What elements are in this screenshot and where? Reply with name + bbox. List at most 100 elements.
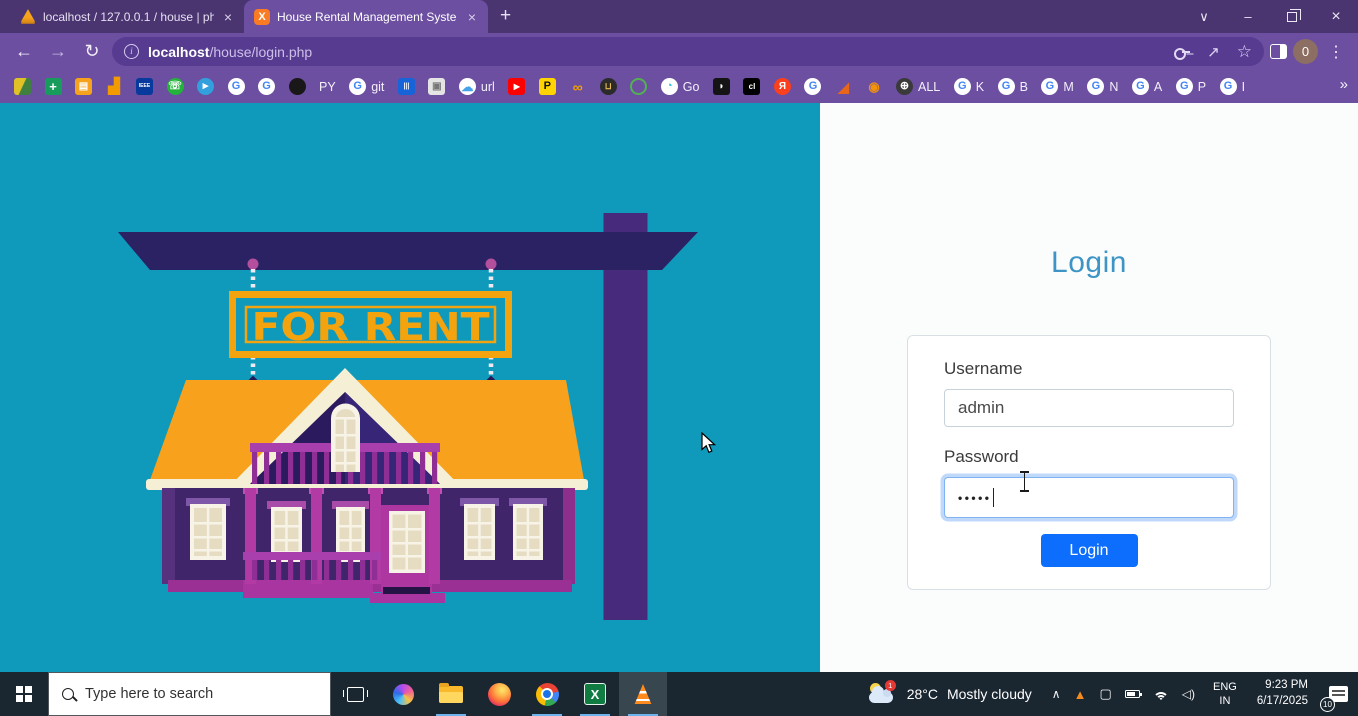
bookmark-favicon: ▸ — [197, 78, 214, 95]
search-input[interactable] — [85, 686, 317, 702]
google-a-bookmark[interactable]: G A — [1132, 78, 1162, 95]
google-bookmark[interactable]: G — [228, 78, 245, 95]
bookmark-favicon: G — [349, 78, 366, 95]
display-tray-icon[interactable]: ▢ — [1099, 686, 1111, 702]
firefox-button[interactable] — [475, 672, 523, 716]
google-git-bookmark[interactable]: G git — [349, 78, 384, 95]
bookmark-favicon: G — [1132, 78, 1149, 95]
address-bar[interactable]: i localhost/house/login.php ↗ ☆ — [112, 37, 1264, 66]
weather-condition: Mostly cloudy — [947, 686, 1032, 702]
google-p-bookmark[interactable]: G P — [1176, 78, 1206, 95]
side-panel-icon[interactable] — [1270, 44, 1287, 59]
bookmark-favicon: G — [258, 78, 275, 95]
telegram-bookmark[interactable]: ▸ — [197, 78, 214, 95]
google-bookmark[interactable]: G — [804, 78, 821, 95]
barcode-bookmark[interactable]: ||| — [398, 78, 415, 95]
google-b-bookmark[interactable]: G B — [998, 78, 1028, 95]
green-cross-bookmark[interactable]: + — [45, 78, 62, 95]
bookmarks-bar: + ▤ ▟ IEEE ☏ ▸ G G PY G git — [0, 70, 1358, 103]
bookmark-label: N — [1109, 80, 1118, 94]
green-ring-bookmark[interactable] — [630, 78, 647, 95]
login-pane: Login Username admin Password ••••• Logi… — [820, 103, 1358, 672]
notification-center-button[interactable]: 10 — [1318, 672, 1358, 716]
analytics-bookmark[interactable]: ▟ — [106, 78, 123, 95]
whatsapp-bookmark[interactable]: ☏ — [167, 78, 184, 95]
chrome-button[interactable] — [523, 672, 571, 716]
reload-button[interactable]: ↻ — [78, 41, 106, 62]
tab-close-icon[interactable]: × — [221, 9, 235, 25]
google-bookmark[interactable]: G — [258, 78, 275, 95]
task-view-button[interactable] — [331, 672, 379, 716]
tab-house-rental[interactable]: X House Rental Management Syste × — [244, 0, 488, 33]
copilot-button[interactable] — [379, 672, 427, 716]
bookmark-label: Go — [683, 80, 700, 94]
browser-titlebar: localhost / 127.0.0.1 / house | php × X … — [0, 0, 1358, 33]
eye-bookmark[interactable]: ◉ — [865, 78, 882, 95]
camera-kit-bookmark[interactable]: ▣ — [428, 78, 445, 95]
wifi-icon[interactable] — [1153, 689, 1169, 700]
password-field[interactable]: ••••• — [944, 477, 1234, 518]
p-yellow-bookmark[interactable]: P — [539, 78, 556, 95]
bookmark-favicon: G — [1087, 78, 1104, 95]
movie-camera-bookmark[interactable]: ∞ — [569, 78, 586, 95]
bookmark-label: M — [1063, 80, 1073, 94]
hero-pane: FOR RENT — [0, 103, 820, 672]
clock[interactable]: 9:23 PM 6/17/2025 — [1247, 678, 1318, 709]
tilted-bars-bookmark[interactable] — [14, 78, 31, 95]
curl-bookmark[interactable]: cl — [743, 78, 760, 95]
globe-all-bookmark[interactable]: ⊕ ALL — [896, 78, 940, 95]
forward-button[interactable]: → — [44, 41, 72, 62]
bookmark-favicon: ▣ — [428, 78, 445, 95]
weather-widget[interactable]: 1 28°C Mostly cloudy — [856, 682, 1044, 706]
google-m-bookmark[interactable]: G M — [1041, 78, 1073, 95]
bookmark-favicon: G — [228, 78, 245, 95]
weather-icon: 1 — [868, 682, 898, 706]
godaddy-bookmark[interactable]: ◔ Go — [661, 78, 700, 95]
language-indicator[interactable]: ENG IN — [1203, 680, 1247, 709]
excel-button[interactable]: X — [571, 672, 619, 716]
back-button[interactable]: ← — [10, 41, 38, 62]
share-icon[interactable]: ↗ — [1207, 43, 1220, 61]
orange-doc-bookmark[interactable]: ▤ — [75, 78, 92, 95]
restore-button[interactable] — [1270, 0, 1314, 33]
vlc-button[interactable] — [619, 672, 667, 716]
cloud-url-bookmark[interactable]: ☁ url — [459, 78, 495, 95]
chevron-up-icon[interactable]: ∧ — [1052, 687, 1061, 701]
password-manager-icon[interactable] — [1174, 48, 1190, 56]
new-tab-button[interactable]: + — [488, 5, 523, 33]
bookmark-favicon: ⊕ — [896, 78, 913, 95]
bookmarks-overflow-button[interactable]: » — [1340, 76, 1348, 93]
matlab-bookmark[interactable]: ◢ — [835, 78, 852, 95]
ieee-bookmark[interactable]: IEEE — [136, 78, 153, 95]
tab-phpmyadmin[interactable]: localhost / 127.0.0.1 / house | php × — [10, 0, 244, 33]
browser-menu-icon[interactable]: ⋮ — [1324, 42, 1348, 62]
tab-search-icon[interactable]: ∨ — [1182, 0, 1226, 33]
battery-icon[interactable] — [1125, 690, 1140, 698]
vlc-tray-icon[interactable]: ▲ — [1074, 687, 1087, 702]
file-explorer-button[interactable] — [427, 672, 475, 716]
phpmyadmin-favicon — [20, 9, 36, 25]
username-field[interactable]: admin — [944, 389, 1234, 427]
github-bookmark[interactable] — [289, 78, 306, 95]
google-k-bookmark[interactable]: G K — [954, 78, 984, 95]
youtube-bookmark[interactable]: ▶ — [508, 78, 525, 95]
profile-avatar[interactable]: 0 — [1293, 39, 1318, 64]
minimize-button[interactable]: – — [1226, 0, 1270, 33]
site-info-icon[interactable]: i — [124, 44, 139, 59]
taskbar-search[interactable] — [48, 672, 331, 716]
excel-icon: X — [584, 683, 606, 705]
close-button[interactable]: × — [1314, 0, 1358, 33]
page-title: Login — [1051, 246, 1127, 280]
google-i-bookmark[interactable]: G I — [1220, 78, 1245, 95]
start-button[interactable] — [0, 672, 48, 716]
notification-count-badge: 10 — [1320, 697, 1335, 712]
volume-icon[interactable]: ◁) — [1182, 687, 1195, 701]
google-n-bookmark[interactable]: G N — [1087, 78, 1118, 95]
cart-bookmark[interactable]: ⊔ — [600, 78, 617, 95]
py-bookmark[interactable]: PY — [319, 80, 336, 94]
yandex-bookmark[interactable]: Я — [774, 78, 791, 95]
tab-close-icon[interactable]: × — [465, 9, 479, 25]
bookmark-star-icon[interactable]: ☆ — [1237, 42, 1252, 62]
login-button[interactable]: Login — [1041, 534, 1138, 567]
bird-bookmark[interactable]: ◗ — [713, 78, 730, 95]
